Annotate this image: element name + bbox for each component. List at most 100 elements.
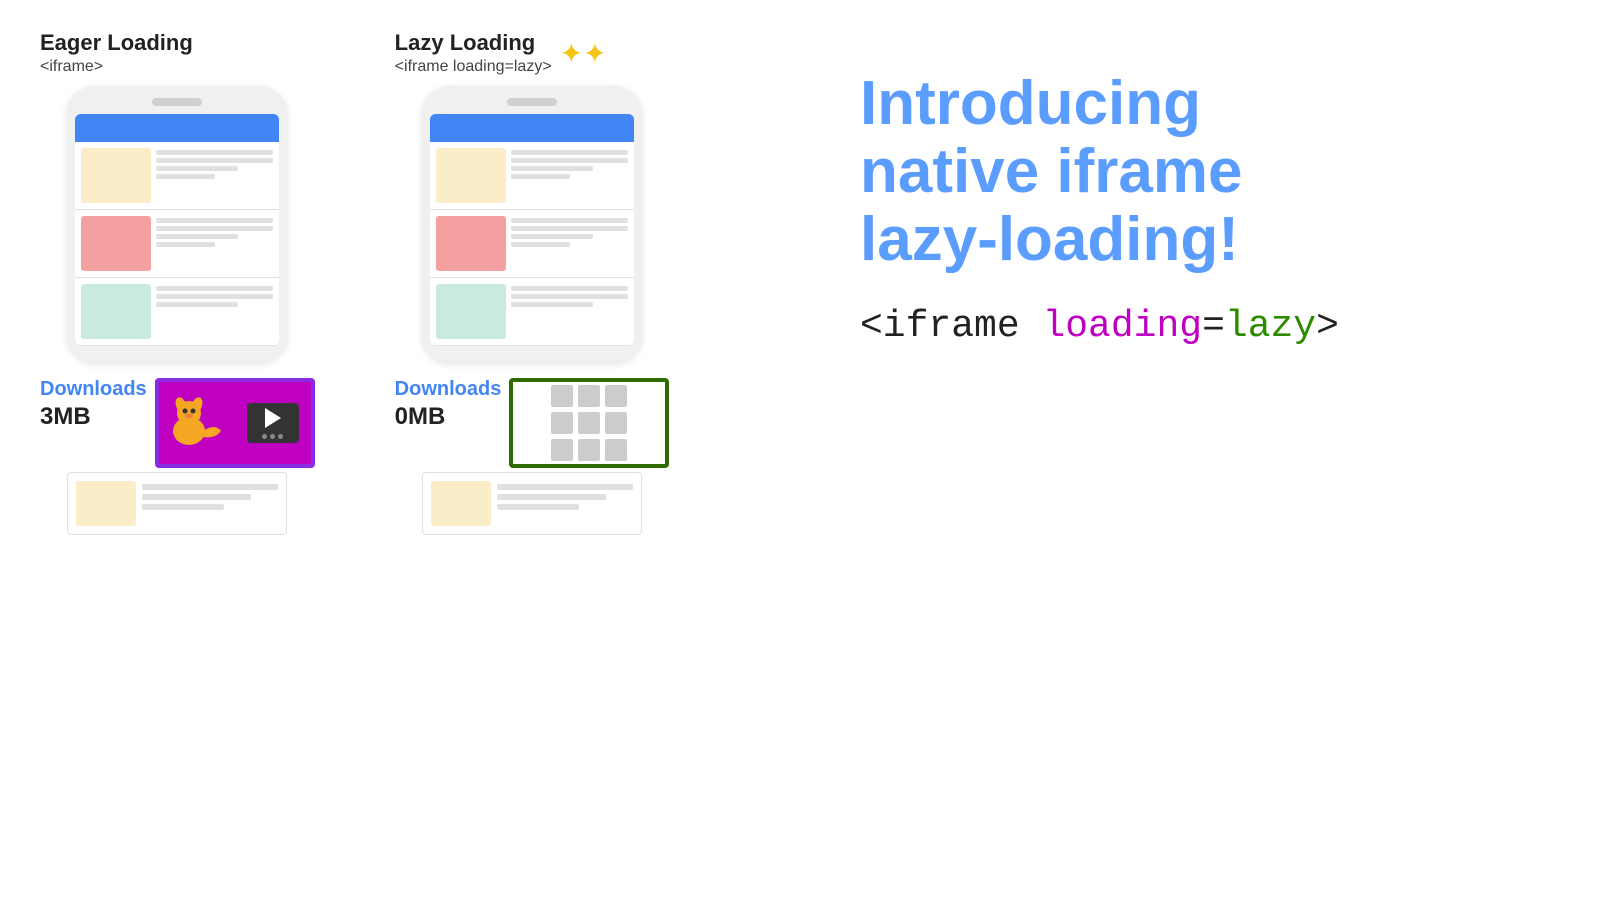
lazy-card-1-line-3: [511, 166, 593, 171]
eager-card-3-lines: [156, 284, 273, 307]
lazy-downloads-label: Downloads: [395, 378, 502, 401]
spinner-cell-1: [551, 385, 573, 407]
eager-downloads-area: Downloads 3MB: [40, 378, 315, 468]
code-bracket: >: [1316, 305, 1339, 348]
eager-below-card-lines: [142, 481, 278, 510]
video-dot-2: [270, 434, 275, 439]
lazy-downloads-size: 0MB: [395, 403, 446, 431]
eager-card-1-thumb: [81, 148, 151, 203]
eager-header-bar: [75, 114, 279, 142]
eager-card-3-line-2: [156, 294, 273, 299]
eager-below-card-thumb: [76, 481, 136, 526]
eager-phone-content: [75, 142, 279, 346]
eager-card-2-line-2: [156, 226, 273, 231]
lazy-card-1-lines: [511, 148, 628, 179]
spinner-cell-3: [605, 385, 627, 407]
lazy-card-1-thumb: [436, 148, 506, 203]
eager-title: Eager Loading: [40, 30, 315, 56]
lazy-card-3-line-2: [511, 294, 628, 299]
lazy-card-3-lines: [511, 284, 628, 307]
lazy-card-3: [430, 278, 634, 346]
lazy-card-1: [430, 142, 634, 210]
eager-card-2-line-1: [156, 218, 273, 223]
eager-card-2-line-3: [156, 234, 238, 239]
eager-phone-screen: [75, 114, 279, 346]
lazy-below-line-2: [497, 494, 606, 500]
lazy-downloads-area: Downloads 0MB: [395, 378, 670, 468]
phone-notch-eager: [152, 98, 202, 106]
phone-notch-lazy: [507, 98, 557, 106]
spinner-cell-2: [578, 385, 600, 407]
lazy-below-card-thumb: [431, 481, 491, 526]
lazy-below-card: [422, 472, 642, 535]
eager-card-2-line-4: [156, 242, 215, 247]
code-equals: =: [1202, 305, 1225, 348]
lazy-downloads-info: Downloads 0MB: [395, 378, 502, 431]
lazy-below-line-3: [497, 504, 579, 510]
right-section: Introducing native iframe lazy-loading! …: [800, 30, 1560, 348]
lazy-phone-mockup: [422, 86, 642, 362]
lazy-below-line-1: [497, 484, 633, 490]
lazy-card-1-line-4: [511, 174, 570, 179]
eager-card-3-line-1: [156, 286, 273, 291]
video-dot-1: [262, 434, 267, 439]
lazy-label-text: Lazy Loading <iframe loading=lazy>: [395, 30, 552, 76]
lazy-card-3-line-3: [511, 302, 593, 307]
eager-phone-column: Eager Loading <iframe>: [40, 30, 315, 535]
spinner-cell-4: [551, 412, 573, 434]
loading-spinner: [551, 385, 627, 461]
eager-card-1-line-4: [156, 174, 215, 179]
intro-line-1: Introducing: [860, 70, 1560, 138]
main-container: Eager Loading <iframe>: [0, 0, 1600, 919]
video-dot-3: [278, 434, 283, 439]
play-button-icon: [265, 408, 281, 428]
eager-card-3-thumb: [81, 284, 151, 339]
eager-card-1-lines: [156, 148, 273, 179]
lazy-header-bar: [430, 114, 634, 142]
lazy-card-2-line-4: [511, 242, 570, 247]
eager-card-3-line-3: [156, 302, 238, 307]
lazy-card-2-line-2: [511, 226, 628, 231]
eager-iframe-preview: [155, 378, 315, 468]
spinner-cell-9: [605, 439, 627, 461]
eager-card-1-line-2: [156, 158, 273, 163]
lazy-card-3-thumb: [436, 284, 506, 339]
eager-below-line-2: [142, 494, 251, 500]
code-snippet: <iframe loading=lazy>: [860, 305, 1560, 348]
eager-subtitle: <iframe>: [40, 58, 315, 76]
intro-line-2: native iframe: [860, 138, 1560, 206]
code-lazy-value: lazy: [1225, 305, 1316, 348]
eager-below-line-1: [142, 484, 278, 490]
dog-icon: [167, 393, 227, 453]
sparkle-icon: ✦✦: [560, 37, 607, 70]
lazy-card-2-line-3: [511, 234, 593, 239]
eager-card-2-thumb: [81, 216, 151, 271]
eager-card-1-line-1: [156, 150, 273, 155]
intro-line-3: lazy-loading!: [860, 206, 1560, 274]
lazy-card-1-line-1: [511, 150, 628, 155]
video-dots: [262, 434, 283, 439]
eager-below-card: [67, 472, 287, 535]
lazy-phone-screen: [430, 114, 634, 346]
code-iframe-tag: <iframe: [860, 305, 1042, 348]
lazy-below-card-lines: [497, 481, 633, 510]
eager-below-line-3: [142, 504, 224, 510]
lazy-subtitle: <iframe loading=lazy>: [395, 58, 552, 76]
lazy-card-2-lines: [511, 216, 628, 247]
eager-card-2-lines: [156, 216, 273, 247]
lazy-card-2-line-1: [511, 218, 628, 223]
eager-downloads-info: Downloads 3MB: [40, 378, 147, 431]
lazy-card-2: [430, 210, 634, 278]
eager-phone-mockup: [67, 86, 287, 362]
lazy-label: Lazy Loading <iframe loading=lazy> ✦✦: [395, 30, 670, 76]
video-icon-container: [247, 403, 299, 443]
lazy-card-1-line-2: [511, 158, 628, 163]
code-loading-attr: loading: [1042, 305, 1202, 348]
lazy-phone-content: [430, 142, 634, 346]
lazy-card-3-line-1: [511, 286, 628, 291]
spinner-cell-7: [551, 439, 573, 461]
lazy-iframe-preview: [509, 378, 669, 468]
eager-card-1: [75, 142, 279, 210]
lazy-label-row: Lazy Loading <iframe loading=lazy> ✦✦: [395, 30, 670, 76]
left-section: Eager Loading <iframe>: [40, 30, 800, 535]
